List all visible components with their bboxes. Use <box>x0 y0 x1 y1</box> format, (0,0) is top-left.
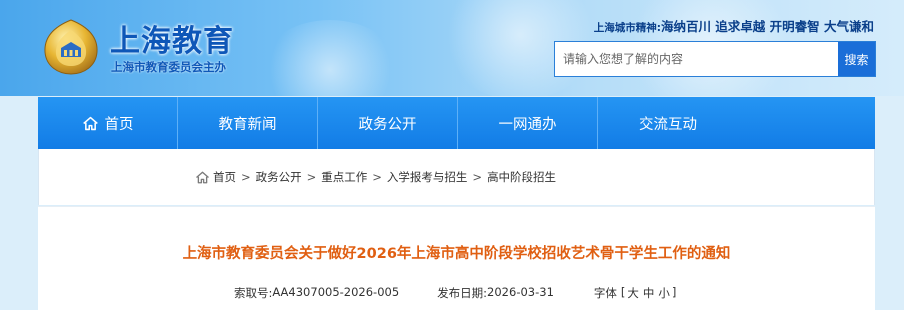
breadcrumb-bar: 首页 > 政务公开 > 重点工作 > 入学报考与招生 > 高中阶段招生 <box>38 149 875 205</box>
breadcrumb-separator: > <box>241 170 251 184</box>
font-size-label: 字体 <box>593 286 617 300</box>
breadcrumb-separator: > <box>372 170 382 184</box>
city-spirit-slogan: 上海城市精神:海纳百川 追求卓越 开明睿智 大气谦和 <box>594 16 874 35</box>
home-icon <box>196 171 209 183</box>
site-header: 上海教育 上海市教育委员会主办 上海城市精神:海纳百川 追求卓越 开明睿智 大气… <box>0 0 904 96</box>
nav-item-home[interactable]: 首页 <box>38 97 178 149</box>
publish-date-label: 发布日期: <box>437 286 488 300</box>
font-size-large-button[interactable]: 大 <box>627 285 639 301</box>
breadcrumb-key-work-link[interactable]: 重点工作 <box>321 169 367 185</box>
font-size-bracket-close: ] <box>671 285 677 299</box>
nav-item-label: 一网通办 <box>498 116 557 133</box>
site-logo-title[interactable]: 上海教育 <box>110 16 234 60</box>
article-content: 上海市教育委员会关于做好2026年上海市高中阶段学校招收艺术骨干学生工作的通知 … <box>38 206 875 310</box>
nav-item-label: 教育新闻 <box>218 116 277 133</box>
search-button[interactable]: 搜索 <box>838 42 875 76</box>
nav-item-label: 政务公开 <box>358 116 417 133</box>
site-logo-subtitle: 上海市教育委员会主办 <box>111 60 226 74</box>
main-nav: 首页 教育新闻 政务公开 一网通办 交流互动 <box>38 97 875 149</box>
nav-item-label: 交流互动 <box>639 116 697 133</box>
breadcrumb-high-school-admission-link[interactable]: 高中阶段招生 <box>487 169 556 185</box>
nav-item-label: 首页 <box>104 116 134 133</box>
font-size-medium-button[interactable]: 中 <box>643 285 655 301</box>
breadcrumb-home-link[interactable]: 首页 <box>213 169 236 185</box>
publish-date-value: 2026-03-31 <box>487 285 554 299</box>
index-number-value: AA4307005-2026-005 <box>272 285 400 299</box>
index-number-label: 索取号: <box>234 286 273 300</box>
nav-item-one-stop-service[interactable]: 一网通办 <box>458 97 598 149</box>
article-title: 上海市教育委员会关于做好2026年上海市高中阶段学校招收艺术骨干学生工作的通知 <box>182 246 731 262</box>
breadcrumb: 首页 > 政务公开 > 重点工作 > 入学报考与招生 > 高中阶段招生 <box>195 169 556 185</box>
breadcrumb-separator: > <box>306 170 317 184</box>
city-spirit-label: 上海城市精神: <box>593 22 661 34</box>
search-box: 搜索 <box>554 41 876 77</box>
banner-decoration <box>260 20 400 96</box>
home-icon <box>82 116 98 130</box>
city-spirit-text: 海纳百川 追求卓越 开明睿智 大气谦和 <box>660 19 874 34</box>
nav-item-government-affairs[interactable]: 政务公开 <box>318 97 458 149</box>
breadcrumb-admission-link[interactable]: 入学报考与招生 <box>387 169 468 185</box>
search-input[interactable] <box>555 42 838 76</box>
nav-item-education-news[interactable]: 教育新闻 <box>178 97 318 149</box>
breadcrumb-government-affairs-link[interactable]: 政务公开 <box>256 169 302 185</box>
article-meta: 索取号: AA4307005-2026-005 发布日期: 2026-03-31… <box>234 285 676 301</box>
font-size-small-button[interactable]: 小 <box>658 285 670 301</box>
font-size-bracket-open: [ <box>620 285 626 299</box>
breadcrumb-separator: > <box>472 170 483 184</box>
shanghai-education-emblem-icon <box>44 19 98 75</box>
nav-item-interaction[interactable]: 交流互动 <box>598 97 738 149</box>
